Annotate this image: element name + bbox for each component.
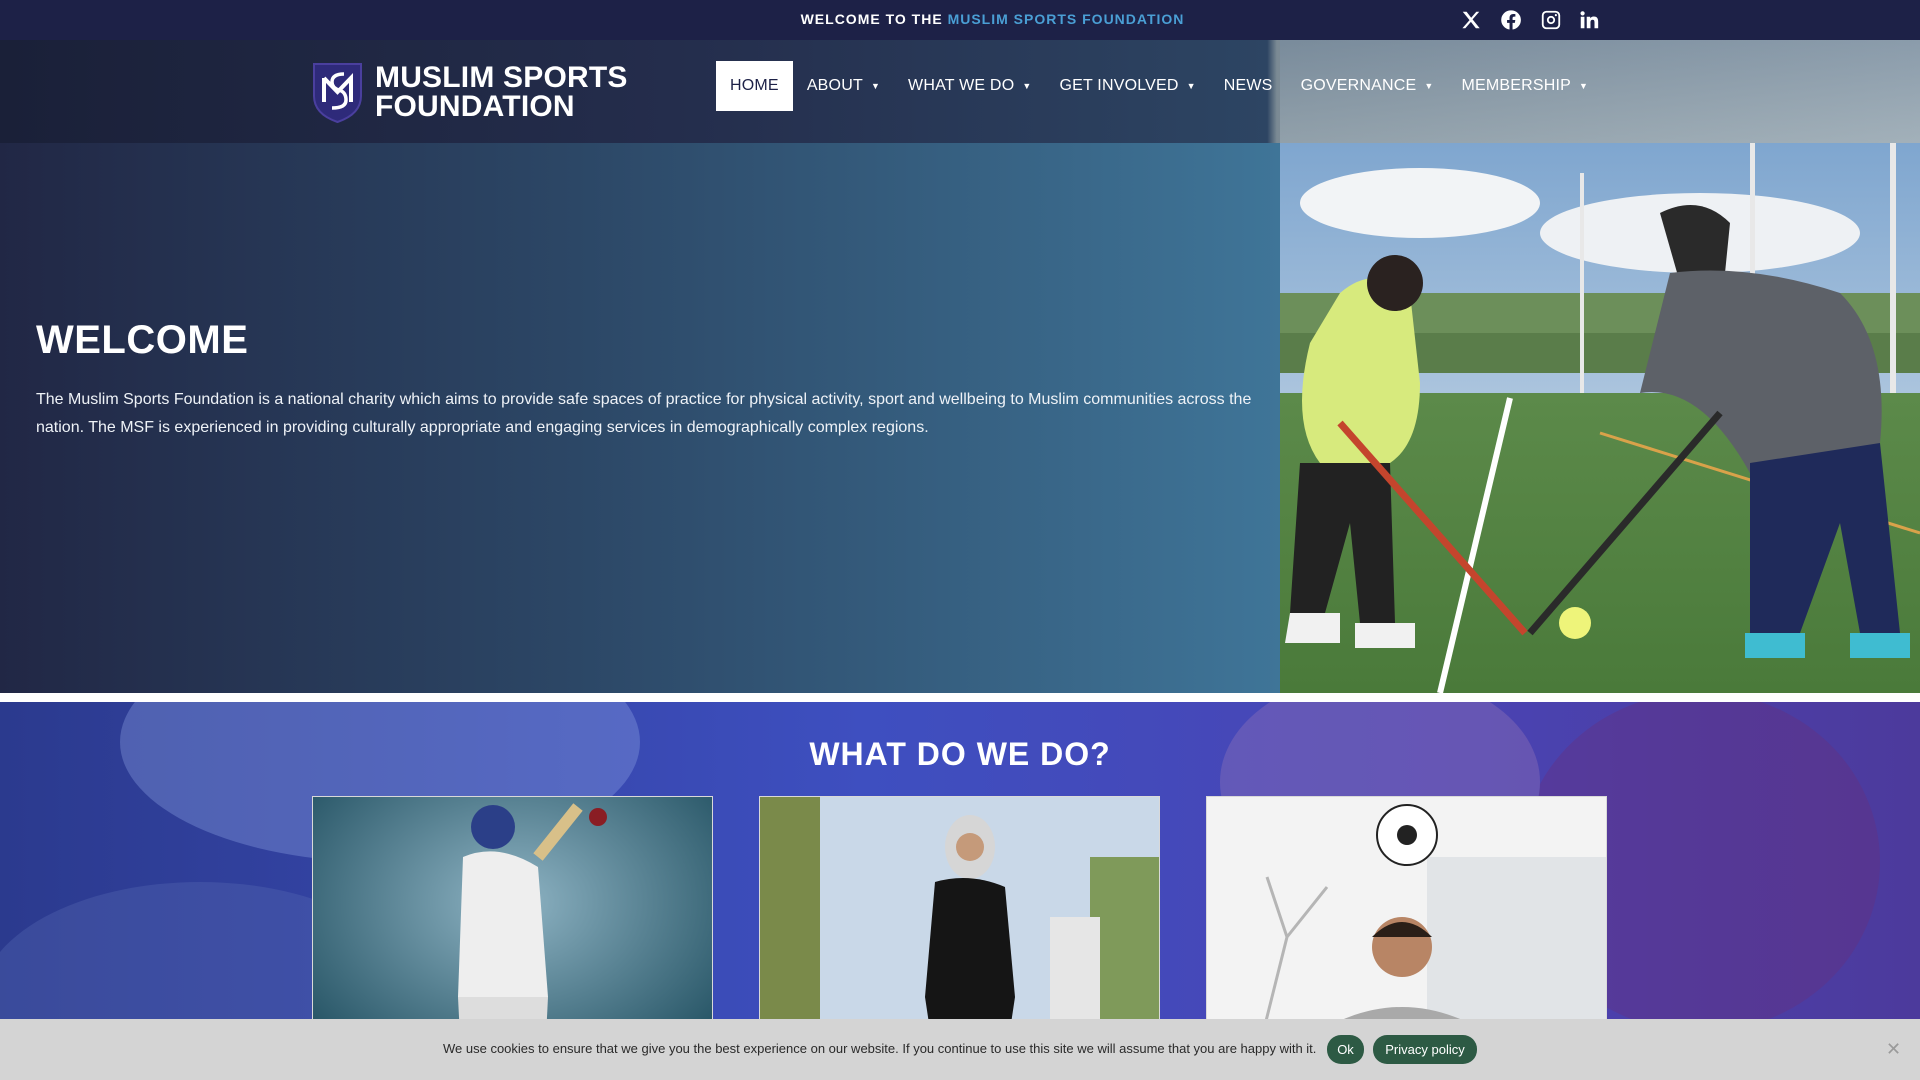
site-logo[interactable]: MUSLIM SPORTS FOUNDATION <box>310 60 628 124</box>
nav-about[interactable]: ABOUT ▼ <box>793 61 894 111</box>
caret-down-icon: ▼ <box>1022 81 1032 91</box>
nav-home[interactable]: HOME <box>716 61 793 111</box>
caret-down-icon: ▼ <box>1579 81 1589 91</box>
caret-down-icon: ▼ <box>1424 81 1434 91</box>
x-icon[interactable] <box>1458 7 1484 33</box>
close-icon[interactable]: ✕ <box>1886 1039 1901 1060</box>
caret-down-icon: ▼ <box>870 81 881 91</box>
privacy-policy-button[interactable]: Privacy policy <box>1373 1035 1477 1064</box>
logo-wordmark: MUSLIM SPORTS FOUNDATION <box>375 61 628 123</box>
instagram-icon[interactable] <box>1538 7 1564 33</box>
caret-down-icon: ▼ <box>1186 81 1196 91</box>
hero-title: WELCOME <box>36 318 249 362</box>
logo-line-2: FOUNDATION <box>375 90 575 123</box>
nav-membership[interactable]: MEMBERSHIP ▼ <box>1447 61 1602 111</box>
cookie-ok-button[interactable]: Ok <box>1327 1035 1364 1064</box>
hero-section: WELCOME The Muslim Sports Foundation is … <box>0 143 1280 693</box>
welcome-prefix: WELCOME TO THE <box>800 11 943 27</box>
cookie-text: We use cookies to ensure that we give yo… <box>443 1041 1317 1056</box>
facebook-icon[interactable] <box>1498 7 1524 33</box>
main-nav: HOME ABOUT ▼ WHAT WE DO ▼ GET INVOLVED ▼ NE… <box>716 61 1602 111</box>
nav-governance[interactable]: GOVERNANCE ▼ <box>1287 61 1448 111</box>
logo-line-1: MUSLIM SPORTS <box>375 61 628 94</box>
nav-what-we-do[interactable]: WHAT WE DO ▼ <box>894 61 1045 111</box>
section-title: WHAT DO WE DO? <box>809 736 1111 772</box>
welcome-banner: WELCOME TO THE MUSLIM SPORTS FOUNDATION <box>0 11 1920 27</box>
linkedin-icon[interactable] <box>1576 7 1602 33</box>
cookie-notice: We use cookies to ensure that we give yo… <box>0 1019 1920 1080</box>
top-bar: WELCOME TO THE MUSLIM SPORTS FOUNDATION <box>0 0 1920 40</box>
hero-hockey-photo <box>1280 143 1920 693</box>
nav-get-involved[interactable]: GET INVOLVED ▼ <box>1045 61 1209 111</box>
hero-description: The Muslim Sports Foundation is a nation… <box>36 391 1252 436</box>
nav-news[interactable]: NEWS <box>1210 61 1287 111</box>
welcome-accent: MUSLIM SPORTS FOUNDATION <box>947 11 1185 27</box>
site-header: MUSLIM SPORTS FOUNDATION HOME ABOUT ▼ WHA… <box>0 40 1920 143</box>
logo-shield-icon <box>313 63 362 124</box>
